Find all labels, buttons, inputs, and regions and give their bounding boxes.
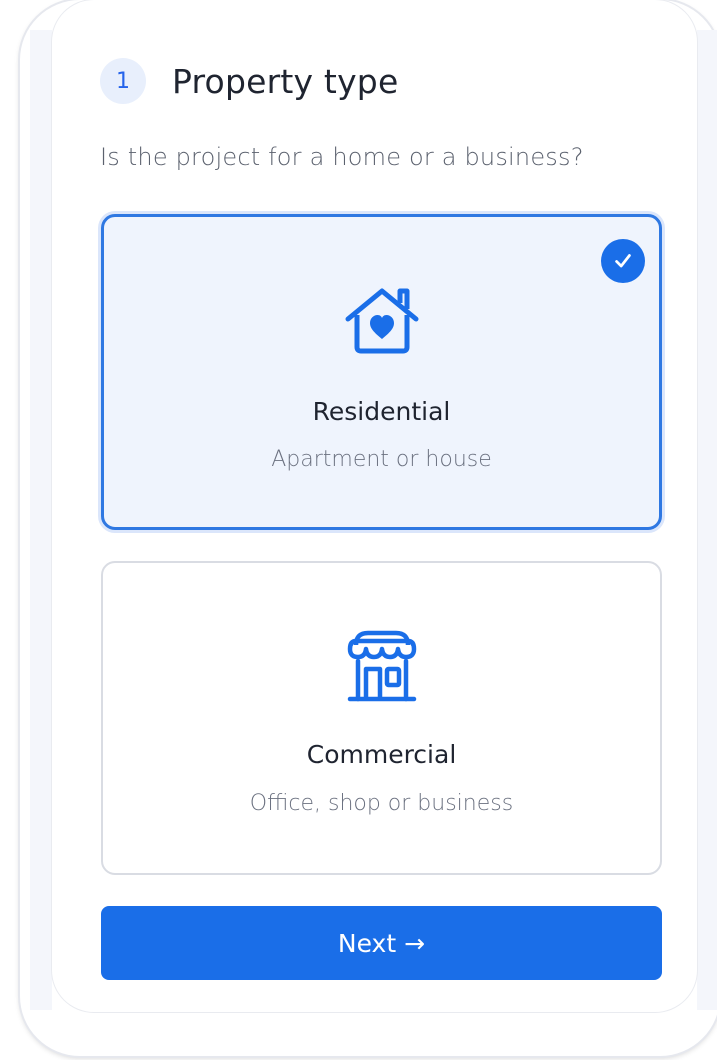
frame-edge-left — [30, 30, 52, 1010]
step-header: 1 Property type — [100, 58, 398, 104]
option-title: Residential — [312, 397, 451, 426]
house-heart-icon — [344, 285, 420, 359]
option-title: Commercial — [306, 740, 457, 769]
next-button-label: Next — [337, 928, 397, 958]
frame-edge-right — [697, 30, 717, 1010]
step-title: Property type — [172, 61, 399, 101]
option-subtitle: Office, shop or business — [249, 791, 514, 816]
next-button[interactable]: Next → — [101, 906, 662, 980]
option-residential[interactable]: Residential Apartment or house — [101, 214, 662, 530]
arrow-right-icon: → — [404, 928, 426, 958]
storefront-icon — [344, 627, 420, 709]
checkmark-icon — [601, 239, 645, 283]
step-number-badge: 1 — [100, 58, 146, 104]
option-subtitle: Apartment or house — [271, 447, 492, 472]
question-text: Is the project for a home or a business? — [100, 143, 584, 171]
option-commercial[interactable]: Commercial Office, shop or business — [101, 561, 662, 875]
